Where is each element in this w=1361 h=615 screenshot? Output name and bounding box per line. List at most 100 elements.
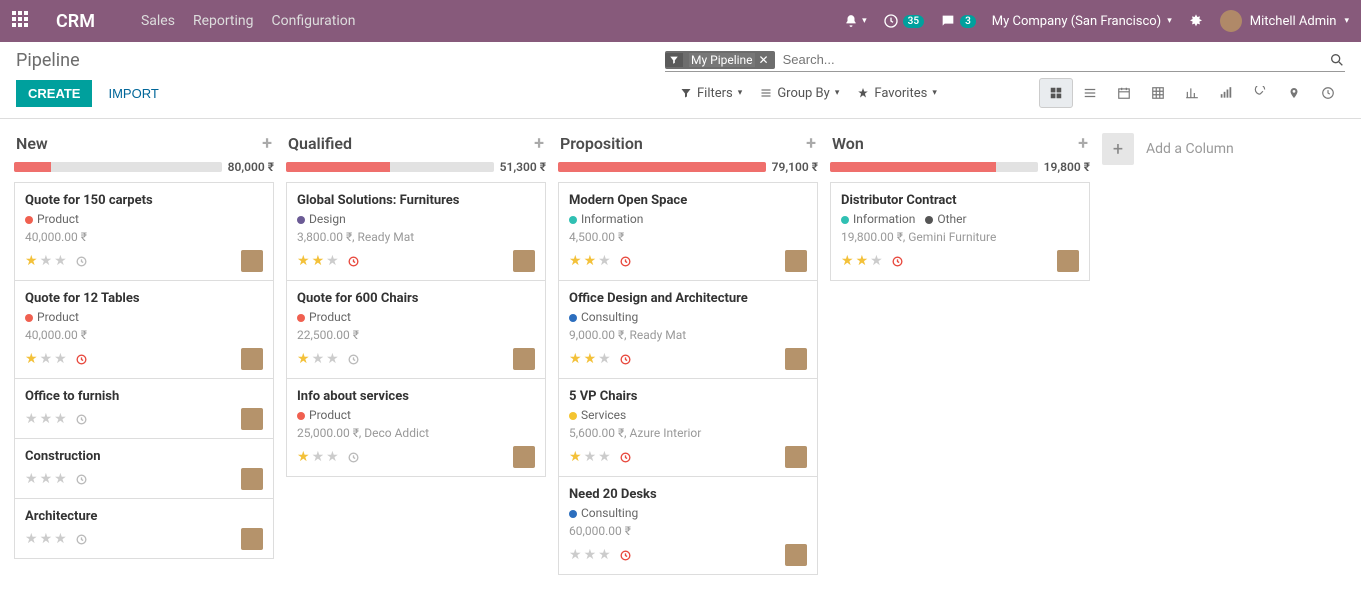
clock-icon[interactable] bbox=[75, 255, 88, 268]
view-graph-icon[interactable] bbox=[1175, 78, 1209, 108]
star-icon[interactable]: ★ bbox=[312, 449, 325, 465]
filters-dropdown[interactable]: Filters ▾ bbox=[680, 86, 742, 101]
star-icon[interactable]: ★ bbox=[326, 351, 339, 367]
star-icon[interactable]: ★ bbox=[25, 471, 38, 487]
star-icon[interactable]: ★ bbox=[40, 253, 53, 269]
clock-icon[interactable] bbox=[75, 533, 88, 546]
column-title[interactable]: Qualified bbox=[288, 134, 534, 153]
kanban-card[interactable]: Global Solutions: Furnitures Design 3,80… bbox=[286, 182, 546, 281]
notifications-icon[interactable]: ▾ bbox=[844, 14, 867, 28]
kanban-card[interactable]: Quote for 150 carpets Product 40,000.00 … bbox=[14, 182, 274, 281]
card-priority[interactable]: ★★★ bbox=[25, 531, 88, 547]
kanban-card[interactable]: Quote for 12 Tables Product 40,000.00 ₹ … bbox=[14, 280, 274, 379]
search-filter-tag[interactable]: My Pipeline ✕ bbox=[665, 51, 775, 69]
clock-icon[interactable] bbox=[75, 413, 88, 426]
star-icon[interactable]: ★ bbox=[326, 449, 339, 465]
star-icon[interactable]: ★ bbox=[569, 449, 582, 465]
star-icon[interactable]: ★ bbox=[25, 351, 38, 367]
card-avatar-icon[interactable] bbox=[241, 408, 263, 430]
card-avatar-icon[interactable] bbox=[241, 250, 263, 272]
clock-icon[interactable] bbox=[891, 255, 904, 268]
column-add-icon[interactable]: + bbox=[1078, 133, 1088, 154]
star-icon[interactable]: ★ bbox=[569, 253, 582, 269]
column-title[interactable]: Proposition bbox=[560, 134, 806, 153]
star-icon[interactable]: ★ bbox=[856, 253, 869, 269]
star-icon[interactable]: ★ bbox=[297, 253, 310, 269]
star-icon[interactable]: ★ bbox=[841, 253, 854, 269]
kanban-card[interactable]: Office Design and Architecture Consultin… bbox=[558, 280, 818, 379]
star-icon[interactable]: ★ bbox=[25, 411, 38, 427]
card-priority[interactable]: ★★★ bbox=[569, 351, 632, 367]
view-calendar-icon[interactable] bbox=[1107, 78, 1141, 108]
clock-icon[interactable] bbox=[75, 353, 88, 366]
apps-icon[interactable] bbox=[12, 11, 32, 31]
card-priority[interactable]: ★★★ bbox=[569, 449, 632, 465]
star-icon[interactable]: ★ bbox=[54, 351, 67, 367]
star-icon[interactable]: ★ bbox=[40, 531, 53, 547]
card-priority[interactable]: ★★★ bbox=[25, 253, 88, 269]
kanban-card[interactable]: Need 20 Desks Consulting 60,000.00 ₹ ★★★ bbox=[558, 476, 818, 575]
star-icon[interactable]: ★ bbox=[598, 547, 611, 563]
star-icon[interactable]: ★ bbox=[569, 547, 582, 563]
star-icon[interactable]: ★ bbox=[584, 253, 597, 269]
card-avatar-icon[interactable] bbox=[241, 468, 263, 490]
view-pivot-icon[interactable] bbox=[1141, 78, 1175, 108]
groupby-dropdown[interactable]: Group By ▾ bbox=[760, 86, 839, 101]
view-cohort-icon[interactable] bbox=[1209, 78, 1243, 108]
column-title[interactable]: New bbox=[16, 134, 262, 153]
favorites-dropdown[interactable]: Favorites ▾ bbox=[857, 86, 937, 101]
kanban-card[interactable]: Distributor Contract InformationOther 19… bbox=[830, 182, 1090, 281]
search-box[interactable]: My Pipeline ✕ bbox=[665, 50, 1345, 72]
card-avatar-icon[interactable] bbox=[513, 250, 535, 272]
add-column[interactable]: + Add a Column bbox=[1096, 127, 1296, 171]
clock-icon[interactable] bbox=[347, 451, 360, 464]
search-input[interactable] bbox=[781, 50, 1329, 69]
company-selector[interactable]: My Company (San Francisco) ▾ bbox=[992, 14, 1172, 29]
star-icon[interactable]: ★ bbox=[40, 351, 53, 367]
card-avatar-icon[interactable] bbox=[513, 348, 535, 370]
import-button[interactable]: IMPORT bbox=[96, 80, 170, 107]
card-avatar-icon[interactable] bbox=[241, 348, 263, 370]
view-activity-icon[interactable] bbox=[1311, 78, 1345, 108]
column-add-icon[interactable]: + bbox=[806, 133, 816, 154]
column-title[interactable]: Won bbox=[832, 134, 1078, 153]
clock-icon[interactable] bbox=[619, 451, 632, 464]
star-icon[interactable]: ★ bbox=[598, 351, 611, 367]
star-icon[interactable]: ★ bbox=[584, 351, 597, 367]
card-avatar-icon[interactable] bbox=[785, 544, 807, 566]
star-icon[interactable]: ★ bbox=[326, 253, 339, 269]
debug-icon[interactable] bbox=[1188, 13, 1204, 29]
star-icon[interactable]: ★ bbox=[598, 449, 611, 465]
star-icon[interactable]: ★ bbox=[40, 471, 53, 487]
brand-title[interactable]: CRM bbox=[56, 11, 95, 32]
card-priority[interactable]: ★★★ bbox=[297, 351, 360, 367]
card-avatar-icon[interactable] bbox=[1057, 250, 1079, 272]
star-icon[interactable]: ★ bbox=[312, 253, 325, 269]
nav-reporting[interactable]: Reporting bbox=[193, 13, 254, 29]
card-priority[interactable]: ★★★ bbox=[297, 449, 360, 465]
star-icon[interactable]: ★ bbox=[25, 253, 38, 269]
view-list-icon[interactable] bbox=[1073, 78, 1107, 108]
star-icon[interactable]: ★ bbox=[584, 547, 597, 563]
card-priority[interactable]: ★★★ bbox=[25, 411, 88, 427]
star-icon[interactable]: ★ bbox=[54, 253, 67, 269]
clock-icon[interactable] bbox=[619, 353, 632, 366]
star-icon[interactable]: ★ bbox=[297, 351, 310, 367]
card-priority[interactable]: ★★★ bbox=[569, 547, 632, 563]
card-avatar-icon[interactable] bbox=[785, 250, 807, 272]
nav-sales[interactable]: Sales bbox=[141, 13, 175, 29]
add-column-icon[interactable]: + bbox=[1102, 133, 1134, 165]
kanban-card[interactable]: Office to furnish ★★★ bbox=[14, 378, 274, 439]
star-icon[interactable]: ★ bbox=[569, 351, 582, 367]
card-priority[interactable]: ★★★ bbox=[297, 253, 360, 269]
star-icon[interactable]: ★ bbox=[54, 471, 67, 487]
column-add-icon[interactable]: + bbox=[262, 133, 272, 154]
kanban-card[interactable]: Info about services Product 25,000.00 ₹,… bbox=[286, 378, 546, 477]
star-icon[interactable]: ★ bbox=[584, 449, 597, 465]
star-icon[interactable]: ★ bbox=[297, 449, 310, 465]
clock-icon[interactable] bbox=[619, 255, 632, 268]
messages-icon[interactable]: 3 bbox=[940, 13, 976, 29]
kanban-card[interactable]: Construction ★★★ bbox=[14, 438, 274, 499]
star-icon[interactable]: ★ bbox=[40, 411, 53, 427]
view-map-icon[interactable] bbox=[1277, 78, 1311, 108]
